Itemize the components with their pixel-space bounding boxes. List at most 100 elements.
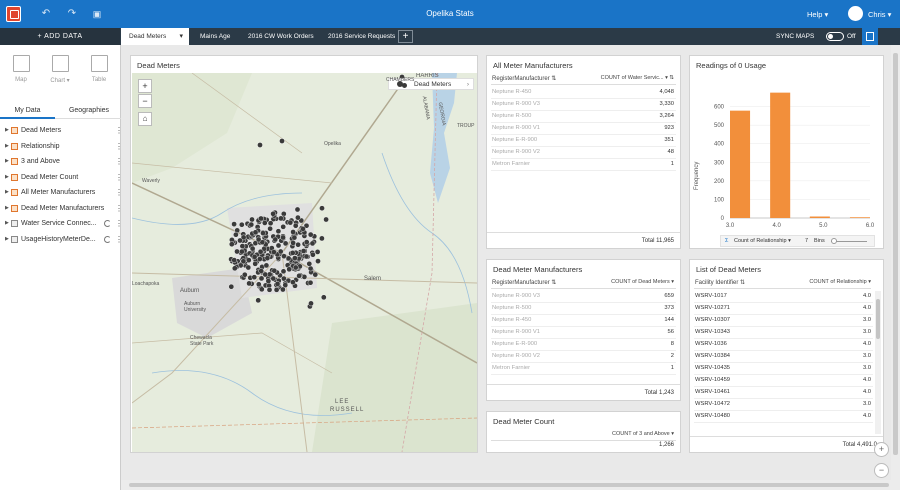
meter-point[interactable]	[314, 249, 321, 255]
meter-point[interactable]	[290, 240, 296, 246]
meter-point[interactable]	[262, 271, 269, 278]
more-options-icon[interactable]: ⋮	[115, 139, 121, 155]
add-page-button[interactable]: +	[398, 30, 413, 43]
meter-point[interactable]	[232, 265, 238, 272]
more-options-icon[interactable]: ⋮	[115, 232, 121, 248]
meter-point[interactable]	[309, 240, 316, 247]
column-header-count[interactable]: COUNT of 3 and Above ▾	[612, 431, 674, 437]
meter-point[interactable]	[246, 280, 252, 287]
expand-caret-icon[interactable]: ▶	[5, 216, 9, 232]
table-row[interactable]: Neptune R-900 V3 3,330	[491, 99, 676, 111]
meter-point[interactable]	[306, 260, 313, 267]
table-row[interactable]: Metron Farnier 1	[491, 159, 676, 171]
meter-point[interactable]	[260, 230, 266, 236]
more-options-icon[interactable]: ⋮	[115, 201, 121, 217]
chart-viz-button[interactable]: Chart ▾	[45, 55, 75, 84]
expand-caret-icon[interactable]: ▶	[5, 154, 9, 170]
table-row[interactable]: WSRV-10307 3.0	[694, 315, 873, 327]
meter-point[interactable]	[307, 231, 314, 238]
table-row[interactable]: WSRV-10459 4.0	[694, 375, 873, 387]
tab-service-requests[interactable]: 2016 Service Requests	[320, 28, 398, 45]
meter-point[interactable]	[310, 251, 316, 258]
user-menu[interactable]: Chris ▾	[868, 10, 891, 19]
meter-point[interactable]	[266, 286, 273, 293]
meter-point[interactable]	[279, 138, 285, 144]
meter-point[interactable]	[307, 279, 314, 286]
meter-point[interactable]	[257, 142, 263, 148]
histogram-bar[interactable]	[849, 217, 870, 218]
dataset-item[interactable]: ▶ Dead Meter Count ⋮	[0, 170, 121, 186]
readings-histogram-card[interactable]: Readings of 0 Usage 0 100 200 300 400 500 600 …	[689, 55, 884, 249]
meter-point[interactable]	[290, 229, 296, 235]
more-options-icon[interactable]: ⋮	[115, 216, 121, 232]
more-options-icon[interactable]: ⋮	[115, 123, 121, 139]
column-header-manufacturer[interactable]: RegisterManufacturer ⇅	[492, 279, 556, 286]
meter-point[interactable]	[239, 221, 245, 228]
meter-point[interactable]	[239, 243, 246, 249]
table-row[interactable]: WSRV-10472 3.0	[694, 399, 873, 411]
table-row[interactable]: Neptune E-R-900 351	[491, 135, 676, 147]
table-row[interactable]: Neptune R-500 3,264	[491, 111, 676, 123]
all-meter-manufacturers-card[interactable]: All Meter Manufacturers RegisterManufact…	[486, 55, 681, 249]
meter-point[interactable]	[264, 255, 271, 261]
meter-point[interactable]	[237, 237, 243, 244]
dataset-item[interactable]: ▶ Dead Meters ⋮	[0, 123, 121, 139]
table-row[interactable]: WSRV-10384 3.0	[694, 351, 873, 363]
meter-point[interactable]	[257, 256, 263, 262]
meter-point[interactable]	[295, 241, 301, 248]
meter-point[interactable]	[270, 210, 276, 217]
expand-caret-icon[interactable]: ▶	[5, 201, 9, 217]
table-row[interactable]: WSRV-10480 4.0	[694, 411, 873, 423]
table-row[interactable]: Neptune R-900 V2 2	[491, 351, 676, 363]
meter-point[interactable]	[292, 264, 299, 271]
list-scrollbar[interactable]	[875, 291, 881, 434]
meter-point[interactable]	[231, 221, 237, 227]
meter-point[interactable]	[280, 223, 286, 230]
zoom-in-button[interactable]: +	[138, 79, 152, 93]
meter-point[interactable]	[271, 267, 278, 274]
meter-point[interactable]	[242, 271, 248, 278]
dataset-item[interactable]: ▶ 3 and Above ⋮	[0, 154, 121, 170]
meter-point[interactable]	[275, 228, 282, 234]
meter-point[interactable]	[300, 248, 307, 254]
meter-point[interactable]	[300, 226, 306, 232]
meter-point[interactable]	[312, 271, 319, 278]
meter-point[interactable]	[323, 216, 329, 223]
dead-meter-manufacturers-card[interactable]: Dead Meter Manufacturers RegisterManufac…	[486, 259, 681, 401]
column-header-count[interactable]: COUNT of Dead Meters ▾	[611, 279, 674, 285]
meter-point[interactable]	[239, 248, 245, 255]
meter-point[interactable]	[292, 222, 299, 229]
meter-point[interactable]	[251, 274, 258, 280]
home-button[interactable]: ⌂	[138, 112, 152, 126]
page-zoom-in-button[interactable]: +	[874, 442, 889, 457]
table-row[interactable]: WSRV-10271 4.0	[694, 303, 873, 315]
table-row[interactable]: WSRV-10343 3.0	[694, 327, 873, 339]
map-card[interactable]: Dead Meters + − ⌂ Dead Meters › Auburn A…	[130, 55, 478, 453]
meter-point[interactable]	[231, 257, 237, 263]
bins-value[interactable]: 7	[805, 236, 808, 247]
meter-point[interactable]	[270, 275, 277, 282]
meter-point[interactable]	[259, 286, 265, 293]
meter-point[interactable]	[252, 260, 258, 267]
meter-point[interactable]	[319, 205, 325, 211]
map-view[interactable]: + − ⌂ Dead Meters › Auburn Auburn Univer…	[132, 73, 477, 452]
tab-my-data[interactable]: My Data	[0, 104, 55, 119]
expand-caret-icon[interactable]: ▶	[5, 123, 9, 139]
meter-point[interactable]	[315, 258, 321, 264]
meter-point[interactable]	[307, 265, 314, 272]
scrollbar-thumb[interactable]	[893, 53, 898, 455]
page-vertical-scrollbar[interactable]	[891, 45, 900, 490]
more-options-icon[interactable]: ⋮	[115, 185, 121, 201]
meter-point[interactable]	[233, 231, 239, 238]
expand-caret-icon[interactable]: ▶	[5, 185, 9, 201]
histogram-bar[interactable]	[770, 92, 791, 218]
meter-point[interactable]	[255, 236, 262, 243]
avatar[interactable]	[848, 6, 863, 21]
meter-point[interactable]	[256, 281, 262, 288]
column-header-manufacturer[interactable]: RegisterManufacturer ⇅	[492, 75, 556, 82]
meter-point[interactable]	[257, 248, 264, 255]
meter-point[interactable]	[234, 248, 240, 255]
expand-caret-icon[interactable]: ▶	[5, 232, 9, 248]
meter-point[interactable]	[245, 264, 252, 271]
dead-meter-list[interactable]: WSRV-1017 4.0 WSRV-10271 4.0 WSRV-10307 3.0…	[690, 260, 885, 436]
